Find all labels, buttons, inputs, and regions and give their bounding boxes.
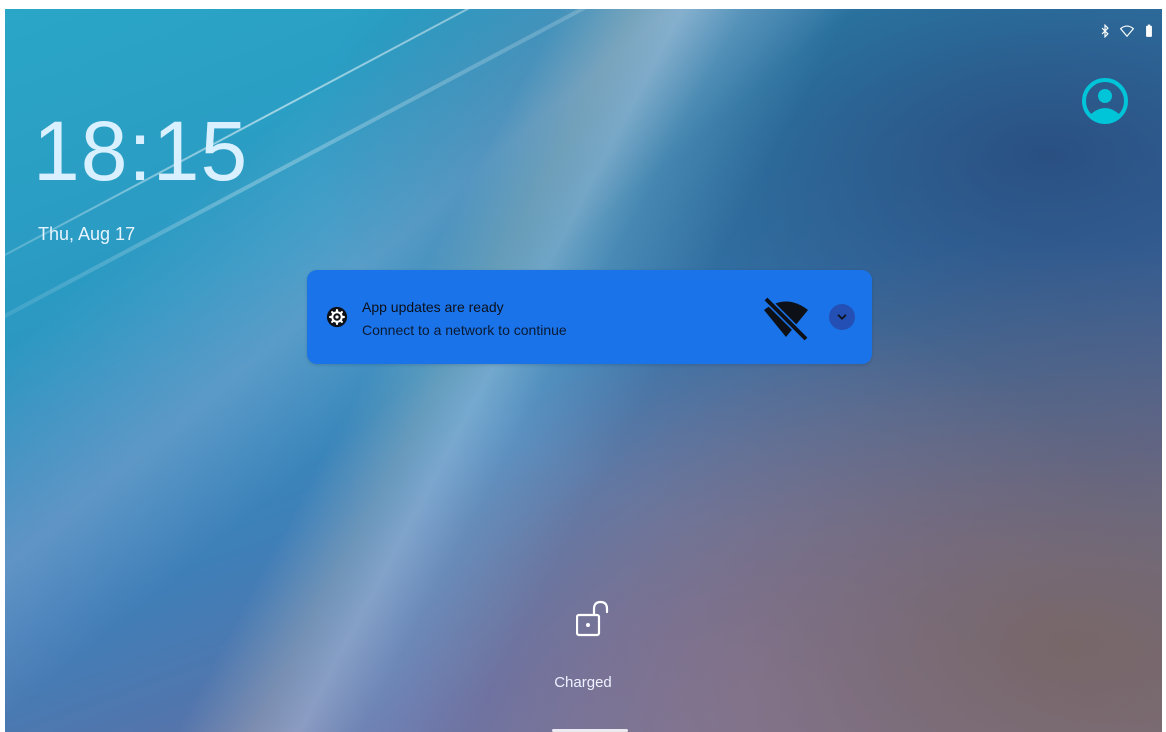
expand-button[interactable] [829, 304, 855, 330]
bluetooth-icon [1101, 24, 1109, 38]
status-bar [1098, 24, 1156, 38]
notification-title: App updates are ready [362, 299, 504, 315]
account-circle-icon[interactable] [1081, 77, 1129, 125]
wifi-off-icon [763, 296, 809, 342]
lock-date: Thu, Aug 17 [38, 224, 136, 244]
notification-text: Connect to a network to continue [362, 322, 567, 338]
chevron-down-icon [837, 314, 847, 320]
unlock-icon[interactable] [576, 600, 610, 640]
charging-status: Charged [554, 674, 612, 691]
lock-clock: 18:15 [33, 104, 249, 198]
battery-icon [1146, 24, 1152, 37]
wifi-icon [1120, 25, 1134, 38]
gear-icon [326, 306, 348, 328]
notification-card[interactable]: App updates are ready Connect to a netwo… [307, 270, 872, 364]
